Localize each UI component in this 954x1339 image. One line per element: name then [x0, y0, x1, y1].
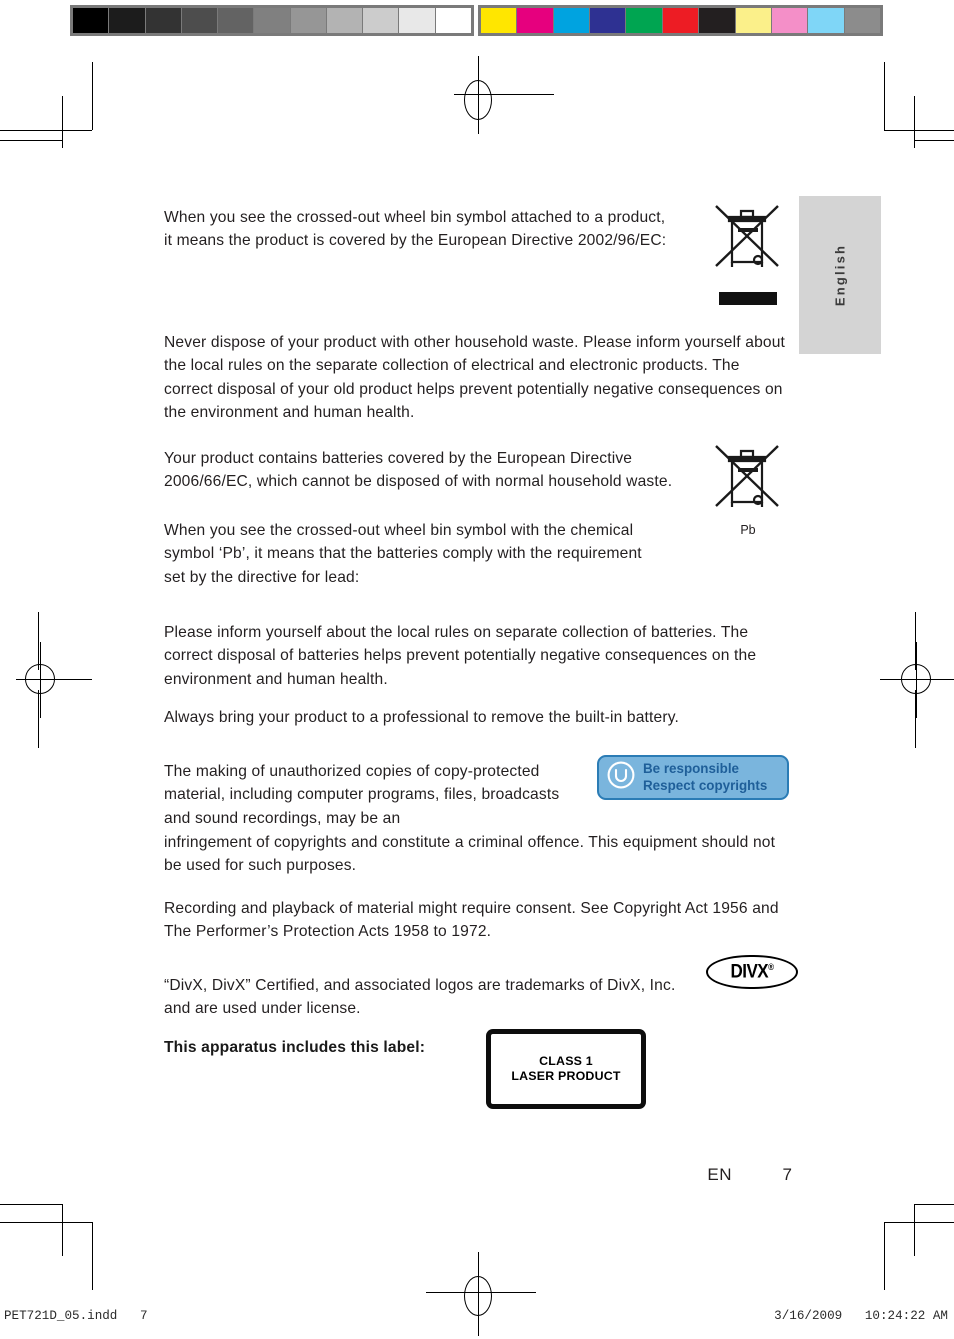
calibration-swatch: [590, 8, 626, 33]
copyright-badge-line1: Be responsible: [643, 761, 739, 777]
crop-mark-top-left-outer: [92, 62, 93, 130]
weee-crossed-bin-symbol: [712, 200, 784, 305]
paragraph-copyright-warning-b: infringement of copyrights and constitut…: [164, 833, 776, 875]
crop-mark-top-right-inner-h: [914, 140, 954, 141]
footer-page-number: 7: [782, 1165, 792, 1184]
calibration-swatch: [363, 8, 399, 33]
calibration-swatch: [844, 8, 880, 33]
calibration-swatch: [699, 8, 735, 33]
calibration-swatch: [290, 8, 326, 33]
calibration-swatch: [662, 8, 699, 33]
calibration-swatch: [145, 8, 181, 33]
calibration-swatch: [771, 8, 808, 33]
calibration-swatch: [109, 8, 145, 33]
calibration-swatch: [254, 8, 290, 33]
language-side-tab: English: [799, 196, 881, 354]
footer-language-code: EN: [707, 1165, 732, 1184]
calibration-swatch: [517, 8, 553, 33]
paragraph-apparatus-label: This apparatus includes this label:: [164, 1038, 426, 1056]
laser-label-line1: CLASS 1: [539, 1054, 593, 1068]
crop-mark-top-left-inner: [62, 96, 63, 148]
crop-mark-bottom-left-outer: [92, 1222, 93, 1290]
registration-mark-bottom-center: [426, 1252, 536, 1336]
crop-mark-bottom-right-outer: [884, 1222, 885, 1290]
calibration-swatch: [181, 8, 218, 33]
registration-mark-right: [880, 642, 954, 718]
paragraph-weee-intro: When you see the crossed-out wheel bin s…: [164, 208, 667, 250]
paragraph-battery-disposal: Please inform yourself about the local r…: [164, 623, 757, 688]
divx-wordmark: DIVX®: [730, 960, 774, 983]
crop-mark-bottom-left-inner: [62, 1204, 63, 1256]
paragraph-recording-consent: Recording and playback of material might…: [164, 899, 779, 941]
divx-logo: DIVX®: [706, 955, 798, 989]
page-footer: EN 7: [0, 1165, 792, 1185]
calibration-swatch: [626, 8, 662, 33]
registration-mark-left: [16, 642, 92, 718]
laser-label-line2: LASER PRODUCT: [511, 1069, 621, 1083]
crop-mark-bottom-right-outer-h: [884, 1222, 954, 1223]
color-calibration-bar: [478, 5, 883, 36]
grayscale-calibration-bar: [70, 5, 474, 36]
weee-battery-bin-symbol: Pb: [712, 440, 784, 537]
paragraph-remove-battery: Always bring your product to a professio…: [164, 708, 679, 726]
calibration-swatch: [435, 8, 471, 33]
calibration-swatch: [326, 8, 363, 33]
calibration-swatch: [735, 8, 771, 33]
lead-symbol-caption: Pb: [740, 523, 756, 537]
paragraph-lead-symbol: When you see the crossed-out wheel bin s…: [164, 521, 642, 586]
crossed-out-wheelie-bin-icon: [715, 445, 779, 507]
calibration-swatch: [481, 8, 517, 33]
crop-mark-bottom-left-outer-h: [0, 1222, 92, 1223]
language-side-tab-label: English: [832, 243, 848, 307]
paragraph-divx-trademark: “DivX, DivX” Certified, and associated l…: [164, 976, 676, 1018]
crop-mark-top-right-outer-h: [884, 130, 954, 131]
crop-mark-top-right-outer: [884, 62, 885, 130]
class-1-laser-product-label: CLASS 1 LASER PRODUCT: [486, 1029, 646, 1109]
calibration-swatch: [218, 8, 254, 33]
paragraph-battery-directive: Your product contains batteries covered …: [164, 449, 673, 491]
crop-mark-bottom-right-inner-h: [914, 1204, 954, 1205]
laser-label-inner: CLASS 1 LASER PRODUCT: [491, 1034, 641, 1104]
calibration-swatch: [73, 8, 109, 33]
crop-mark-bottom-left-inner-h: [0, 1204, 62, 1205]
crop-mark-top-left-outer-h: [0, 130, 92, 131]
respect-copyrights-badge: Be responsible Respect copyrights: [597, 755, 789, 800]
calibration-swatch: [553, 8, 590, 33]
paragraph-never-dispose: Never dispose of your product with other…: [164, 333, 786, 422]
document-page: English Pb When you see the crossed-out …: [0, 0, 954, 1339]
proof-timestamp: 3/16/2009 10:24:22 AM: [774, 1309, 948, 1323]
copyright-badge-line2: Respect copyrights: [643, 777, 768, 793]
weee-solid-bar: [719, 292, 777, 305]
calibration-swatch: [399, 8, 435, 33]
calibration-swatch: [808, 8, 844, 33]
copyright-badge-text: Be responsible Respect copyrights: [643, 761, 767, 794]
paragraph-copyright-warning-a: The making of unauthorized copies of cop…: [164, 762, 560, 827]
divx-registered-mark: ®: [768, 962, 774, 973]
copyright-rings-icon: [606, 760, 636, 795]
proof-source-filename: PET721D_05.indd 7: [4, 1309, 148, 1323]
crop-mark-bottom-right-inner: [914, 1204, 915, 1256]
registration-mark-top-center: [454, 56, 554, 134]
crossed-out-wheelie-bin-icon: [715, 205, 779, 267]
crop-mark-top-left-inner-h: [0, 140, 62, 141]
